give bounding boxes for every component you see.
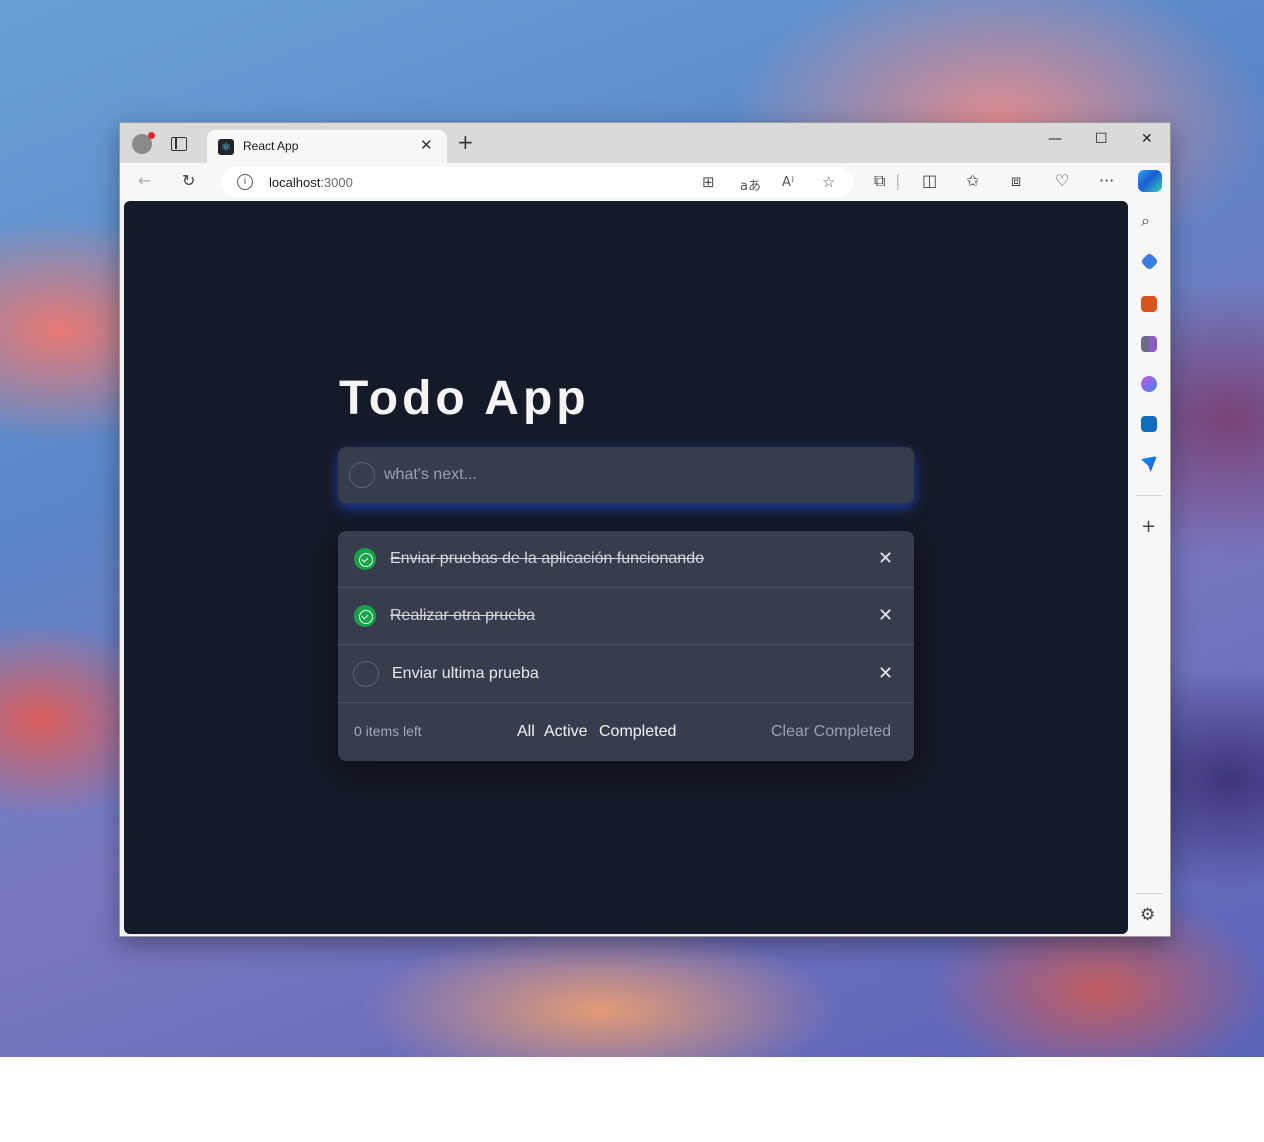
delete-todo-icon[interactable]: ✕ <box>878 663 893 684</box>
todo-item: Realizar otra prueba ✕ <box>338 588 914 645</box>
react-icon: ⚛ <box>218 139 234 155</box>
page-viewport: Todo App Enviar pruebas de la aplicación… <box>124 201 1128 934</box>
tab-actions-icon[interactable] <box>171 137 187 151</box>
extensions-icon[interactable]: ⧉ <box>874 172 885 190</box>
translate-icon[interactable]: aあ <box>740 175 761 194</box>
delete-todo-icon[interactable]: ✕ <box>878 605 893 626</box>
filter-all[interactable]: All <box>517 723 535 741</box>
collections-icon[interactable]: ⧈ <box>1011 172 1021 190</box>
address-host: localhost <box>269 175 321 190</box>
new-todo-bar <box>338 447 914 503</box>
sidebar-send-icon[interactable] <box>1141 456 1157 472</box>
browser-toolbar: ← ↻ i localhost:3000 ⊞ aあ A⁾ ☆ ⧉ | ◫ ✩ ⧈… <box>120 163 1170 201</box>
todo-text: Enviar pruebas de la aplicación funciona… <box>390 550 704 567</box>
delete-todo-icon[interactable]: ✕ <box>878 548 893 569</box>
page-title: Todo App <box>339 372 590 425</box>
todo-footer: 0 items left All Active Completed Clear … <box>338 703 914 761</box>
sidebar-divider <box>1136 893 1162 894</box>
todo-item: Enviar pruebas de la aplicación funciona… <box>338 531 914 588</box>
new-todo-input[interactable] <box>384 461 884 489</box>
tab-close-icon[interactable]: ✕ <box>420 136 433 154</box>
sidebar-search-icon[interactable]: ⌕ <box>1141 211 1150 231</box>
filter-completed[interactable]: Completed <box>599 723 676 741</box>
address-text[interactable]: localhost:3000 <box>269 175 353 190</box>
todo-list: Enviar pruebas de la aplicación funciona… <box>338 531 914 761</box>
split-screen-icon[interactable]: ◫ <box>922 172 937 190</box>
todo-text: Realizar otra prueba <box>390 607 535 624</box>
sidebar-games-icon[interactable] <box>1141 336 1157 352</box>
close-icon[interactable]: ✕ <box>1141 131 1153 147</box>
favorites-icon[interactable]: ✩ <box>966 172 979 190</box>
todo-text: Enviar ultima prueba <box>392 665 539 682</box>
tab-title: React App <box>243 139 299 153</box>
sidebar-shopping-icon[interactable] <box>1140 252 1159 271</box>
completed-check-icon[interactable] <box>354 605 376 627</box>
refresh-icon[interactable]: ↻ <box>182 172 195 190</box>
minimize-icon[interactable]: — <box>1048 131 1062 147</box>
site-info-icon[interactable]: i <box>237 174 253 190</box>
browser-essentials-icon[interactable]: ♡ <box>1055 172 1069 190</box>
sidebar-copilot-apps-icon[interactable] <box>1141 376 1157 392</box>
address-bar[interactable]: i localhost:3000 ⊞ aあ A⁾ ☆ <box>221 167 853 197</box>
sidebar-add-icon[interactable]: + <box>1141 516 1156 537</box>
browser-window: ⚛ React App ✕ + — ☐ ✕ ← ↻ i localhost:30… <box>119 122 1171 937</box>
toolbar-divider: | <box>895 171 901 190</box>
tab-react-app[interactable]: ⚛ React App ✕ <box>207 130 447 163</box>
filter-active[interactable]: Active <box>544 723 588 741</box>
profile-avatar-icon[interactable] <box>132 132 155 154</box>
sidebar-divider <box>1136 495 1162 496</box>
copilot-icon[interactable] <box>1138 170 1162 192</box>
app-available-icon[interactable]: ⊞ <box>702 173 715 191</box>
new-todo-toggle-circle[interactable] <box>349 462 375 488</box>
completed-check-icon[interactable] <box>354 548 376 570</box>
sidebar-tools-icon[interactable] <box>1141 296 1157 312</box>
more-options-icon[interactable]: ··· <box>1099 172 1114 190</box>
favorite-star-icon[interactable]: ☆ <box>822 173 835 191</box>
read-aloud-icon[interactable]: A⁾ <box>782 175 794 190</box>
new-tab-icon[interactable]: + <box>457 132 474 152</box>
items-left-count: 0 items left <box>354 723 422 739</box>
tab-bar: ⚛ React App ✕ + — ☐ ✕ <box>120 123 1170 163</box>
address-port: :3000 <box>320 175 353 190</box>
maximize-icon[interactable]: ☐ <box>1095 131 1108 147</box>
sidebar-outlook-icon[interactable] <box>1141 416 1157 432</box>
sidebar-settings-gear-icon[interactable]: ⚙ <box>1140 905 1155 925</box>
back-icon[interactable]: ← <box>138 172 151 190</box>
todo-toggle-circle[interactable] <box>353 661 379 687</box>
clear-completed-button[interactable]: Clear Completed <box>771 723 891 741</box>
edge-sidebar: ⌕ + ⚙ <box>1128 201 1170 936</box>
todo-item: Enviar ultima prueba ✕ <box>338 645 914 703</box>
